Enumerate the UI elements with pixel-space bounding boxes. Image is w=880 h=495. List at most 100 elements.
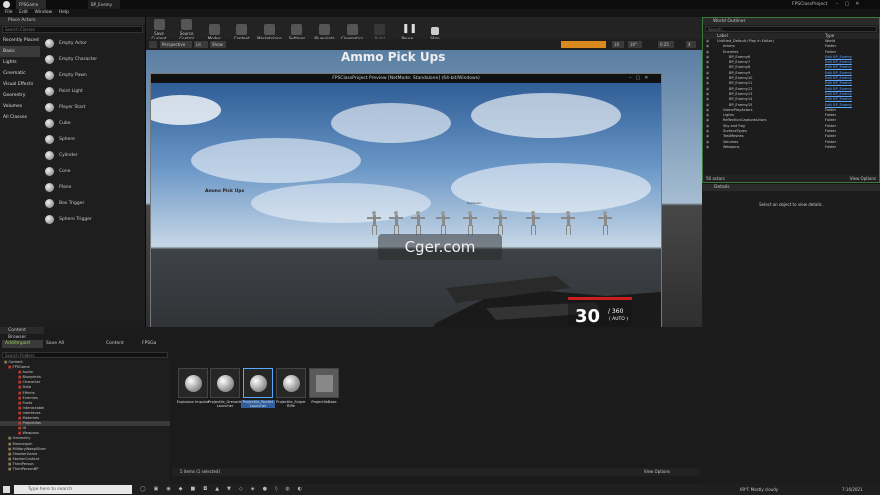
folder-name: Materials: [22, 416, 40, 421]
game-scene[interactable]: Ammo Pick Ups Explosion 30 / 360 ( AUTO …: [151, 83, 661, 365]
transform-tools[interactable]: [561, 41, 606, 48]
actor-thumbnail-icon: [45, 134, 54, 144]
save-current-button[interactable]: Save Current: [146, 19, 172, 41]
folder-name: Character: [22, 380, 41, 385]
row-label: BP_Enemy7: [729, 60, 751, 65]
window-controls[interactable]: –▢✕: [836, 1, 876, 8]
asset-sphere-icon: [283, 375, 300, 392]
enemy-mannequin: [463, 211, 477, 235]
row-label: BP_Enemy13: [729, 91, 753, 96]
row-label: BP_Enemy9: [729, 70, 751, 75]
pie-window-controls[interactable]: –▢✕: [629, 75, 659, 82]
path-content[interactable]: Content: [106, 340, 124, 348]
enemy-mannequin: [367, 211, 381, 235]
perspective-button[interactable]: Perspective: [160, 41, 192, 48]
asset-name: Projectile_Sniper Rifle: [276, 400, 306, 408]
asset-tile[interactable]: [243, 368, 273, 398]
tab-fpsgame[interactable]: FPSGame: [16, 0, 46, 9]
actor-item[interactable]: Point Light: [40, 83, 144, 99]
asset-name: Projectile_Rocket Launcher: [241, 400, 275, 408]
place-actors-panel: Place Actors Recently Placed Basic Light…: [0, 17, 146, 327]
folder-name: Projectiles: [22, 421, 41, 426]
asset-tile[interactable]: [309, 368, 339, 398]
outliner-view-options[interactable]: View Options: [850, 175, 876, 182]
actor-item[interactable]: Box Trigger: [40, 195, 144, 211]
actor-item[interactable]: Sphere Trigger: [40, 211, 144, 227]
row-label: BP_Enemy11: [729, 81, 753, 86]
actor-thumbnail-icon: [45, 198, 54, 208]
actor-item[interactable]: Empty Actor: [40, 35, 144, 51]
actor-item[interactable]: Plane: [40, 179, 144, 195]
folder-name: MilitaryWeapSilver: [12, 446, 46, 451]
row-label: SurfaceTypes: [723, 129, 747, 134]
row-label: Sky and Fog: [723, 123, 745, 128]
outliner-row[interactable]: ◉ Weapons Folder: [703, 145, 879, 150]
folder-name: Enemies: [22, 395, 38, 400]
actor-item[interactable]: Cylinder: [40, 147, 144, 163]
path-fpsgame[interactable]: FPSGa: [142, 340, 156, 348]
asset-tile[interactable]: [210, 368, 240, 398]
source-control-button[interactable]: Source Control: [174, 19, 200, 41]
windows-start-icon[interactable]: [3, 486, 10, 493]
actor-thumbnail-icon: [45, 166, 54, 176]
add-import-button[interactable]: Add/Import: [2, 340, 43, 348]
row-label: Lights: [723, 113, 734, 118]
actor-item[interactable]: Sphere: [40, 131, 144, 147]
search-classes-input[interactable]: [2, 26, 143, 33]
row-label: BP_Enemy10: [729, 76, 753, 81]
category-cinematic[interactable]: Cinematic: [0, 68, 40, 79]
category-basic[interactable]: Basic: [0, 46, 40, 57]
scale-snap[interactable]: 0.25: [658, 41, 674, 48]
taskbar-search[interactable]: Type here to search: [14, 485, 132, 494]
folder-name: Interfaces: [22, 410, 41, 415]
asset-tile[interactable]: [276, 368, 306, 398]
menu-edit[interactable]: Edit: [19, 9, 28, 17]
actor-thumbnail-icon: [45, 102, 54, 112]
category-geometry[interactable]: Geometry: [0, 90, 40, 101]
show-button[interactable]: Show: [210, 41, 226, 48]
enemy-mannequin: [526, 211, 540, 235]
actor-item[interactable]: Empty Character: [40, 51, 144, 67]
actor-item[interactable]: Empty Pawn: [40, 67, 144, 83]
viewport-sign: Ammo Pick Ups: [341, 50, 446, 64]
taskbar-app-icons[interactable]: ◯▣◉◆■◘▲▼◇◈●◊◍◐: [140, 486, 350, 493]
row-label: Untitled_Default (Play In Editor): [717, 39, 774, 43]
details-empty-message: Select an object to view details.: [759, 202, 823, 207]
menu-help[interactable]: Help: [59, 9, 69, 17]
camera-speed[interactable]: 4: [686, 41, 696, 48]
actor-item[interactable]: Cube: [40, 115, 144, 131]
enemy-mannequin: [561, 211, 575, 235]
lit-button[interactable]: Lit: [194, 41, 208, 48]
category-all-classes[interactable]: All Classes: [0, 112, 40, 123]
category-visual-effects[interactable]: Visual Effects: [0, 79, 40, 90]
folder-tree-item[interactable]: ■ ThirdPersonBP: [0, 467, 170, 472]
cb-view-options[interactable]: View Options: [644, 468, 670, 476]
folder-search-input[interactable]: [2, 352, 168, 358]
row-label: TestMeshes: [723, 134, 744, 139]
folder-name: FPSGame: [12, 365, 30, 370]
category-recently-placed[interactable]: Recently Placed: [0, 35, 40, 46]
explosion-label: Explosion: [467, 201, 482, 205]
actor-thumbnail-icon: [45, 214, 54, 224]
asset-tile[interactable]: [178, 368, 208, 398]
menu-window[interactable]: Window: [34, 9, 52, 17]
enemy-mannequin: [598, 211, 612, 235]
actor-list: Empty Actor Empty Character Empty Pawn P…: [40, 35, 144, 227]
weather: 69°F Mostly cloudy: [740, 487, 779, 492]
folder-name: Interactable: [22, 405, 45, 410]
category-lights[interactable]: Lights: [0, 57, 40, 68]
grid-snap[interactable]: 10: [612, 41, 624, 48]
angle-snap[interactable]: 10°: [628, 41, 642, 48]
save-all-button[interactable]: Save All: [46, 340, 74, 348]
tab-bp-enemy[interactable]: BP_Enemy: [88, 0, 120, 9]
outliner-search-input[interactable]: [705, 26, 877, 32]
actor-item[interactable]: Player Start: [40, 99, 144, 115]
category-volumes[interactable]: Volumes: [0, 101, 40, 112]
ammo-count: 30: [575, 306, 601, 327]
cb-status-bar: 5 items (1 selected) View Options: [172, 468, 700, 476]
viewport-menu-icon[interactable]: [149, 41, 157, 48]
panel-title: Place Actors: [0, 17, 145, 25]
actor-item[interactable]: Cone: [40, 163, 144, 179]
menu-file[interactable]: File: [5, 9, 13, 17]
visibility-eye-icon[interactable]: ◉: [706, 145, 709, 150]
